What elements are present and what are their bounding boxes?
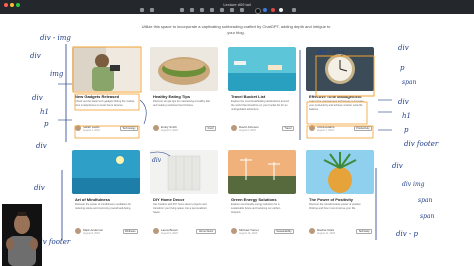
ink-note: h1 — [402, 112, 411, 120]
card-image — [150, 47, 218, 91]
blog-card[interactable]: The Power of Positivity Discover the tra… — [306, 150, 374, 242]
card-title: Effective Time Management — [309, 94, 362, 99]
ink-note: span — [420, 213, 434, 220]
card-image — [72, 150, 140, 194]
color-white-swatch[interactable] — [279, 8, 283, 12]
card-image — [228, 47, 296, 91]
ink-note: p — [404, 126, 409, 134]
card-title: Travel Bucket List — [231, 94, 266, 99]
author-avatar — [75, 125, 81, 131]
ink-note: div footer — [404, 140, 439, 148]
ink-note: h1 — [40, 108, 49, 116]
blog-card[interactable]: Art of Mindfulness Discover the power of… — [72, 150, 140, 242]
author-avatar — [75, 228, 81, 234]
ink-note: div img — [402, 181, 425, 188]
ink-note: p — [44, 120, 49, 128]
author-avatar — [153, 228, 159, 234]
card-description: Check out the latest tech gadgets hittin… — [75, 100, 135, 107]
card-description: Discover the power of mindfulness medita… — [75, 203, 132, 210]
card-image — [306, 47, 374, 91]
card-title: DIY Home Decor — [153, 197, 185, 202]
presenter-webcam — [2, 204, 42, 266]
color-black-swatch[interactable] — [255, 8, 261, 14]
card-image — [150, 150, 218, 194]
ink-note: div — [392, 162, 403, 170]
post-date: August 4, 2023 — [83, 129, 100, 132]
category-tag[interactable]: Technology — [119, 126, 138, 131]
more-options-icon[interactable] — [292, 8, 296, 12]
post-date: August 6, 2023 — [239, 129, 256, 132]
blog-card[interactable]: Green Energy Solutions Explore eco-frien… — [228, 150, 296, 242]
post-date: August 5, 2023 — [161, 129, 178, 132]
author-avatar — [231, 228, 237, 234]
category-tag[interactable]: Wellness — [122, 229, 138, 234]
color-red-swatch[interactable] — [271, 8, 275, 12]
post-date: August 11, 2023 — [317, 232, 336, 235]
card-title: Art of Mindfulness — [75, 197, 111, 202]
category-tag[interactable]: Productivity — [353, 126, 372, 131]
category-tag[interactable]: Home Decor — [196, 229, 216, 234]
author-avatar — [309, 228, 315, 234]
ink-note: div — [398, 44, 409, 52]
ink-note: span — [418, 197, 432, 204]
presenter-video-icon — [2, 204, 42, 266]
post-date: August 10, 2023 — [239, 232, 258, 235]
ink-note: div - img — [40, 34, 71, 42]
card-description: Explore the most breathtaking destinatio… — [231, 100, 289, 111]
eraser-tool-icon[interactable] — [200, 8, 204, 12]
author-avatar — [153, 125, 159, 131]
card-title: Green Energy Solutions — [231, 197, 277, 202]
ink-note: img — [50, 70, 64, 78]
page-subheading: Utilize this space to incorporate a capt… — [141, 24, 331, 35]
post-date: August 7, 2023 — [317, 129, 334, 132]
author-avatar — [231, 125, 237, 131]
window-title: Lecture #09 tail — [223, 2, 251, 7]
card-description: Get creative with DIY home decor project… — [153, 203, 207, 214]
pen-tool-icon[interactable] — [180, 8, 184, 12]
post-date: August 9, 2023 — [161, 232, 178, 235]
blog-card[interactable]: New Gadgets Released Check out the lates… — [72, 47, 140, 139]
blog-card[interactable]: Travel Bucket List Explore the most brea… — [228, 47, 296, 139]
card-image — [228, 150, 296, 194]
color-blue-swatch[interactable] — [263, 8, 267, 12]
undo-icon[interactable] — [140, 8, 144, 12]
card-image — [306, 150, 374, 194]
annotation-toolbar: Lecture #09 tail — [0, 0, 474, 14]
ink-note: div — [32, 94, 43, 102]
redo-icon[interactable] — [150, 8, 154, 12]
category-tag[interactable]: Food — [205, 126, 216, 131]
highlighter-tool-icon[interactable] — [190, 8, 194, 12]
ink-note: div — [398, 98, 409, 106]
category-tag[interactable]: Sustainability — [273, 229, 294, 234]
card-title: The Power of Positivity — [309, 197, 354, 202]
ink-note: div — [30, 52, 41, 60]
category-tag[interactable]: Self-Help — [356, 229, 372, 234]
ink-note: div - p — [396, 230, 418, 238]
ink-note: p — [400, 64, 405, 72]
author-avatar — [309, 125, 315, 131]
image-tool-icon[interactable] — [240, 8, 244, 12]
ink-note: span — [402, 79, 416, 86]
card-description: Explore eco-friendly energy solutions fo… — [231, 203, 281, 214]
card-description: Discover the transformative power of pos… — [309, 203, 361, 210]
card-image — [72, 47, 140, 91]
ink-note: div — [36, 142, 47, 150]
blog-card[interactable]: DIY Home Decor Get creative with DIY hom… — [150, 150, 218, 242]
card-title: Healthy Eating Tips — [153, 94, 191, 99]
category-tag[interactable]: Travel — [281, 126, 294, 131]
shape-tool-icon[interactable] — [220, 8, 224, 12]
blog-card[interactable]: Healthy Eating Tips Discover simple tips… — [150, 47, 218, 139]
blog-card[interactable]: Effective Time Management Learn time man… — [306, 47, 374, 139]
lasso-tool-icon[interactable] — [210, 8, 214, 12]
card-description: Learn time management techniques to incr… — [309, 100, 364, 111]
post-date: August 8, 2023 — [83, 232, 100, 235]
card-title: New Gadgets Released — [75, 94, 120, 99]
text-tool-icon[interactable] — [230, 8, 234, 12]
card-description: Discover simple tips for maintaining a h… — [153, 100, 210, 107]
ink-note: div — [34, 184, 45, 192]
